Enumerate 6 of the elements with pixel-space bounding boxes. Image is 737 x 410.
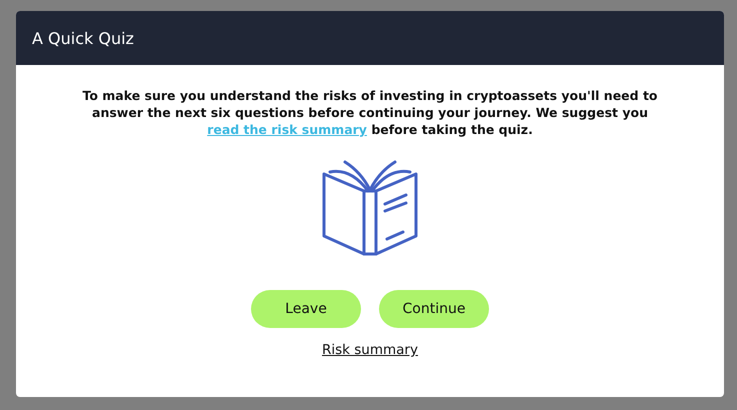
- dialog-title: A Quick Quiz: [32, 28, 134, 48]
- intro-paragraph: To make sure you understand the risks of investing in cryptoassets you'll need to answer the next six questions before continuing your journey. We suggest you read the risk summary before taking the quiz.: [81, 87, 659, 138]
- continue-button[interactable]: Continue: [379, 290, 489, 328]
- open-book-icon: [321, 158, 419, 256]
- risk-summary-link[interactable]: Risk summary: [322, 342, 418, 358]
- leave-button[interactable]: Leave: [251, 290, 361, 328]
